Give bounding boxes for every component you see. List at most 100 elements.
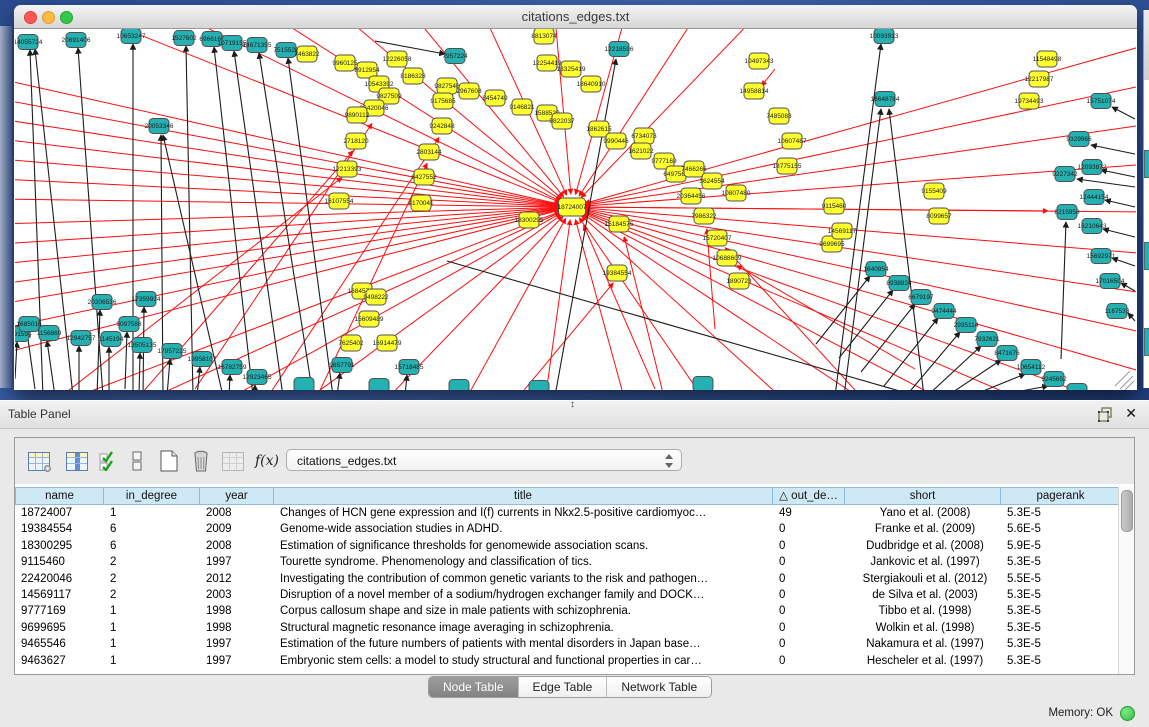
graph-node[interactable]: 15751074 (1087, 94, 1116, 109)
function-builder-icon[interactable]: f(x) (253, 447, 281, 475)
graph-node[interactable]: 19384554 (603, 265, 632, 281)
graph-node[interactable]: 14671355 (243, 38, 272, 53)
graph-node[interactable]: 8215958 (1054, 205, 1080, 220)
graph-node[interactable]: 10654112 (1017, 360, 1046, 375)
graph-node[interactable]: 12226058 (383, 51, 412, 67)
network-canvas[interactable]: 1405572420691406106532471527602696616010… (15, 29, 1136, 390)
graph-node[interactable]: 1621022 (628, 143, 654, 159)
graph-node[interactable]: 9175685 (430, 93, 456, 109)
graph-node[interactable]: 12213393 (333, 161, 362, 177)
graph-node[interactable] (693, 377, 713, 391)
graph-node[interactable]: 8938924 (886, 276, 912, 291)
graph-node[interactable] (449, 380, 469, 391)
graph-node[interactable]: 15184575 (605, 216, 634, 232)
table-row[interactable]: 977716911998Corpus callosum shape and si… (15, 603, 1119, 619)
graph-node[interactable]: 9822037 (549, 113, 575, 129)
graph-node[interactable]: 17016504 (1096, 274, 1125, 289)
tab-node-table[interactable]: Node Table (429, 677, 518, 697)
scrollbar-thumb[interactable] (1121, 490, 1133, 532)
graph-node[interactable]: 19734493 (1015, 93, 1044, 109)
table-row[interactable]: 2242004622012Investigating the contribut… (15, 571, 1119, 587)
graph-node[interactable]: 20206536 (88, 295, 117, 310)
graph-node[interactable]: 7957224 (442, 49, 468, 64)
graph-node[interactable]: 12217987 (1025, 71, 1054, 87)
graph-node[interactable]: 8454749 (482, 90, 508, 106)
table-scrollbar[interactable] (1118, 487, 1134, 674)
graph-node[interactable] (1067, 384, 1087, 391)
graph-node[interactable]: 16782759 (218, 360, 247, 375)
graph-node[interactable]: 20691406 (62, 33, 91, 48)
graph-node[interactable]: 6734073 (631, 128, 657, 144)
graph-node[interactable]: 2967608 (456, 83, 482, 99)
graph-node[interactable]: 9227342 (1052, 167, 1078, 182)
graph-node[interactable]: 18775155 (773, 158, 802, 174)
graph-node[interactable]: 10807480 (722, 185, 751, 201)
column-header-name[interactable]: name (15, 487, 104, 505)
graph-node[interactable]: 9115460 (822, 198, 847, 214)
graph-node[interactable]: 9097588 (116, 317, 142, 332)
graph-node[interactable]: 9890112 (345, 107, 370, 123)
tab-edge-table[interactable]: Edge Table (518, 677, 607, 697)
graph-node[interactable]: 14958814 (740, 83, 769, 99)
table-select-dropdown[interactable]: citations_edges.txt (286, 449, 682, 471)
graph-node[interactable]: 7463822 (294, 46, 320, 62)
table-row[interactable]: 1938455462009Genome-wide association stu… (15, 521, 1119, 537)
graph-node[interactable]: 1167533 (1105, 304, 1130, 319)
graph-node[interactable]: 1156869 (37, 326, 62, 341)
graph-node[interactable]: 9146821 (509, 99, 535, 115)
graph-node[interactable]: 7625402 (338, 335, 364, 351)
graph-node[interactable]: 7485083 (766, 108, 792, 124)
graph-node[interactable]: 16210643 (1078, 219, 1107, 234)
table-row[interactable]: 946362711997Embryonic stem cells: a mode… (15, 653, 1119, 669)
graph-node[interactable]: 2803144 (416, 144, 442, 160)
graph-node[interactable]: 14055724 (15, 35, 43, 50)
table-row[interactable]: 1872400712008Changes of HCN gene express… (15, 505, 1119, 521)
graph-node[interactable]: 17359924 (132, 292, 161, 307)
graph-node[interactable]: 15718485 (395, 360, 424, 375)
graph-node[interactable]: 12218596 (605, 42, 634, 57)
graph-node[interactable]: 10607487 (778, 133, 807, 149)
column-header-out_de[interactable]: △ out_de… (773, 487, 845, 505)
graph-node[interactable]: 18724007 (558, 198, 587, 216)
table-row[interactable]: 946554611997Estimation of the future num… (15, 636, 1119, 652)
graph-node[interactable]: 15720407 (703, 230, 732, 246)
graph-node[interactable]: 19958107 (188, 352, 217, 367)
graph-node[interactable]: 8186328 (400, 68, 426, 84)
network-view-window[interactable]: citations_edges.txt 14055724 20691406 1065… (14, 5, 1137, 390)
graph-node[interactable]: 9329966 (1066, 132, 1092, 147)
graph-node[interactable]: 13505135 (128, 338, 157, 353)
graph-node[interactable]: 10653247 (117, 29, 146, 44)
table-row[interactable]: 911546021997Tourette syndrome. Phenomeno… (15, 554, 1119, 570)
graph-node[interactable]: 11548498 (1033, 51, 1062, 67)
graph-node[interactable]: 16648784 (871, 92, 900, 107)
graph-node[interactable]: 1640954 (863, 262, 889, 277)
graph-node[interactable]: 9990446 (603, 133, 629, 149)
graph-node[interactable]: 9155409 (921, 183, 947, 199)
graph-node[interactable]: 3624554 (699, 173, 725, 189)
background-window-edge[interactable] (1143, 10, 1149, 388)
graph-node[interactable]: 9857791 (329, 358, 355, 373)
graph-node[interactable]: 12942757 (67, 331, 96, 346)
graph-node[interactable]: 1527602 (171, 31, 197, 46)
graph-node[interactable]: 16107554 (325, 193, 354, 209)
delete-table-icon[interactable] (187, 447, 215, 475)
graph-node[interactable]: 18640910 (577, 76, 606, 92)
show-columns-icon[interactable] (63, 447, 91, 475)
close-panel-icon[interactable]: ✕ (1125, 405, 1137, 422)
graph-node[interactable]: 9498222 (363, 289, 389, 305)
column-header-title[interactable]: title (274, 487, 773, 505)
graph-node[interactable]: 2718120 (343, 133, 369, 149)
citation-network-graph[interactable]: 1405572420691406106532471527602696616010… (15, 29, 1136, 390)
graph-node[interactable]: 9245652 (1041, 372, 1067, 387)
new-table-icon[interactable] (155, 447, 183, 475)
float-window-icon[interactable] (1098, 407, 1113, 422)
row-height-icon[interactable] (123, 447, 151, 475)
graph-node[interactable]: 12093872 (1078, 160, 1107, 175)
graph-node[interactable]: 8099657 (926, 208, 952, 224)
graph-node[interactable]: 13325419 (557, 61, 586, 77)
table-row[interactable]: 1830029562008Estimation of significance … (15, 538, 1119, 554)
graph-node[interactable]: 14569117 (828, 223, 857, 239)
window-titlebar[interactable]: citations_edges.txt (14, 5, 1137, 29)
tab-network-table[interactable]: Network Table (606, 677, 711, 697)
select-all-rows-icon[interactable] (95, 447, 123, 475)
